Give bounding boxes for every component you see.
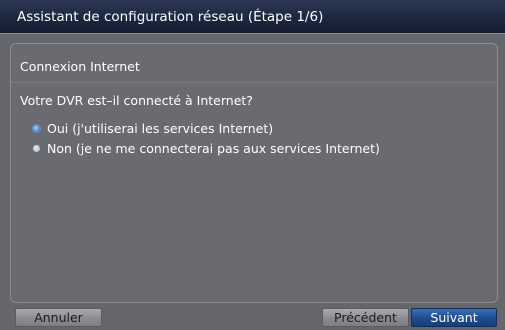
section-title: Connexion Internet	[20, 59, 140, 74]
radio-unselected-icon[interactable]	[33, 144, 40, 152]
setup-wizard-window: Assistant de configuration réseau (Étape…	[0, 0, 505, 330]
title-bar: Assistant de configuration réseau (Étape…	[0, 0, 505, 34]
window-title: Assistant de configuration réseau (Étape…	[17, 9, 324, 25]
question-text: Votre DVR est–il connecté à Internet?	[20, 93, 253, 108]
radio-selected-icon[interactable]	[33, 124, 40, 132]
previous-button[interactable]: Précédent	[322, 308, 409, 327]
section-divider	[11, 82, 497, 83]
cancel-button[interactable]: Annuler	[15, 308, 102, 327]
radio-option-yes-label: Oui (j'utiliserai les services Internet)	[47, 120, 274, 136]
radio-option-yes[interactable]: Oui (j'utiliserai les services Internet)	[33, 120, 273, 136]
radio-option-no[interactable]: Non (je ne me connecterai pas aux servic…	[33, 140, 380, 156]
next-button[interactable]: Suivant	[411, 308, 497, 327]
radio-option-no-label: Non (je ne me connecterai pas aux servic…	[47, 140, 380, 156]
